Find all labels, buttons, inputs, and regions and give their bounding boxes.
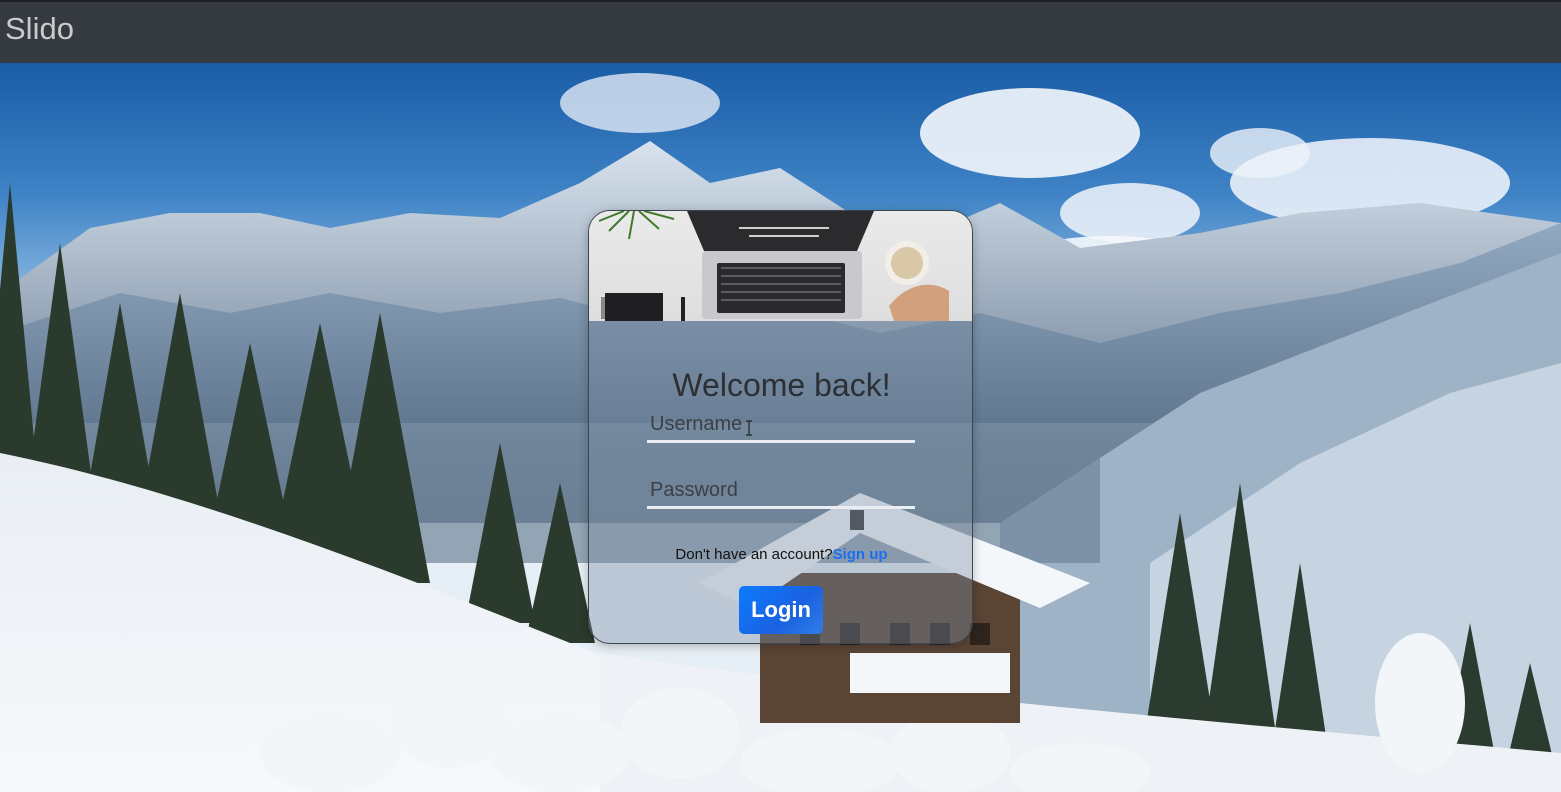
text-cursor-icon [746, 420, 752, 436]
signup-link[interactable]: Sign up [833, 546, 888, 563]
card-header-image [589, 211, 972, 321]
brand-logo[interactable]: Slido [5, 11, 74, 47]
login-button[interactable]: Login [739, 586, 823, 634]
username-input[interactable] [647, 409, 915, 443]
welcome-title: Welcome back! [672, 367, 891, 403]
desk-laptop-image [598, 211, 949, 321]
signup-prompt-text: Don't have an account? [675, 546, 833, 563]
login-card: Welcome back! Don't have an account?Sign… [588, 210, 973, 644]
password-input[interactable] [647, 475, 915, 509]
navbar: Slido [0, 0, 1561, 63]
signup-prompt: Don't have an account?Sign up [589, 546, 972, 563]
